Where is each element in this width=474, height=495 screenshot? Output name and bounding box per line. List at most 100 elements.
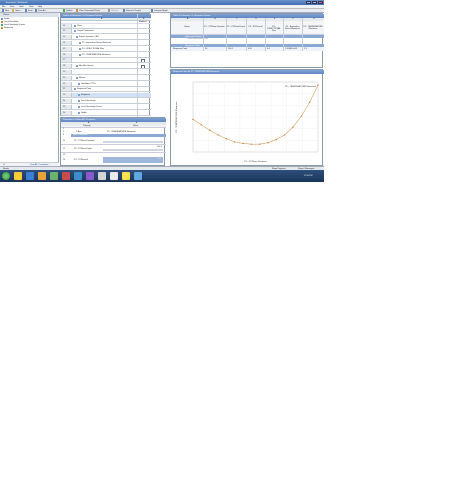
data-point — [275, 138, 278, 140]
outline-item-label: Chart — [77, 24, 82, 27]
outline-row[interactable]: 20 Metrics — [61, 75, 151, 80]
menu-tools[interactable]: Tools — [19, 6, 24, 8]
enabled-checkbox[interactable] — [141, 59, 145, 64]
menu-units[interactable]: Units — [29, 6, 34, 8]
outline-row[interactable]: 24 Local Sensitivity — [61, 98, 151, 104]
response-point-cell[interactable]: 100.1 — [228, 48, 233, 50]
app-icon[interactable] — [98, 172, 106, 180]
outline-row[interactable]: 16 P5 - TEMPERATURE Maximum — [61, 52, 151, 57]
charts-toolbox: Charts Spider Local Sensitivity Local Se… — [0, 13, 59, 166]
table-pane: Table of Schematic C5: Response Surface … — [170, 13, 324, 68]
outline-item-label: P4 - DIRECTIONAL Max — [82, 47, 104, 50]
depth-slider[interactable] — [103, 149, 163, 151]
data-point — [267, 141, 269, 143]
properties-pane: Properties of Outline A23: Response A B … — [60, 117, 166, 166]
app-icon[interactable] — [110, 172, 118, 180]
response-point-cell[interactable]: 0.4 — [267, 48, 270, 50]
app-icon[interactable] — [74, 172, 82, 180]
column-name[interactable]: Name — [172, 26, 202, 28]
outline-item-icon — [76, 36, 78, 39]
outline-row[interactable]: 17 — [61, 58, 151, 64]
outline-item-label: Spider — [81, 111, 87, 114]
depth-value[interactable]: 100.1 — [157, 146, 162, 148]
outline-row[interactable]: 14 P3 - Equivalent Stress Maximum — [61, 40, 151, 46]
column-name[interactable]: P5 - Equivalent Stress Maximum — [284, 26, 301, 30]
data-point — [258, 143, 261, 145]
response-point-cell[interactable]: 1.3 — [304, 48, 307, 50]
data-point — [283, 133, 286, 136]
column-name[interactable]: P1 - XYPlane.Diameter — [204, 26, 225, 28]
row-number-label: 20 — [63, 76, 66, 79]
response-point-cell[interactable]: 30 — [205, 48, 207, 50]
outline-item-icon — [78, 111, 80, 114]
chart-pane: Response Chart for P5 - TEMPERATURE Maxi… — [170, 69, 324, 167]
outline-item-icon — [76, 76, 78, 79]
spider-chart-icon — [1, 17, 3, 20]
data-point — [300, 115, 303, 117]
column-name[interactable]: P3 - XYPlane.H — [247, 26, 264, 28]
h-value[interactable]: 0.4 — [158, 158, 161, 160]
outline-item-icon — [78, 99, 80, 102]
row-number-label: 25 — [63, 105, 66, 108]
outline-row[interactable]: 25 Local Sensitivity Curves — [61, 104, 151, 109]
outline-row[interactable]: 21 Goodness Of Fit — [61, 81, 151, 86]
outline-row[interactable]: 18 Min-Max Search — [61, 64, 151, 70]
column-name[interactable]: P4 - DIRECTIONAL Max — [266, 26, 282, 32]
media-icon[interactable] — [38, 172, 46, 180]
outline-row[interactable]: 22 Response Point — [61, 87, 151, 92]
outline-row[interactable]: 15 P4 - DIRECTIONAL Max — [61, 46, 151, 51]
response-point-cell[interactable]: Response Point — [173, 48, 187, 50]
response-chart[interactable]: P5 - TEMPERATURE Maximum P1 - XYPlane.Dia… — [171, 74, 324, 167]
taskbar: 11:39 PM — [0, 170, 324, 182]
row-number-label: 16 — [63, 53, 66, 56]
properties-row-diameter[interactable]: 11 P1 - XYPlane.Diameter — [61, 137, 166, 145]
response-point-cell[interactable]: 0.05 — [248, 48, 252, 50]
app-icon[interactable] — [134, 172, 142, 180]
column-name[interactable]: P2 - XYPlane.Depth — [227, 26, 245, 28]
outline-row[interactable]: 12 Output Parameters — [61, 29, 151, 34]
outline-row[interactable]: 11 Chart — [61, 23, 151, 28]
menu-file[interactable]: File — [2, 6, 5, 8]
x-axis-label: P1 - XYPlane.Diameter — [244, 160, 267, 163]
response-chart-icon — [1, 26, 3, 29]
row-number-label: 23 — [63, 94, 66, 97]
diameter-slider[interactable] — [103, 141, 163, 143]
data-point — [317, 83, 319, 86]
app-icon[interactable] — [50, 172, 58, 180]
properties-row-h[interactable]: 14 P3 - XYPlane.H 0.4 — [61, 156, 166, 164]
data-point — [233, 140, 236, 143]
outline-item-label: Output Parameters — [77, 30, 94, 33]
browser-icon[interactable] — [26, 172, 34, 180]
outline-item-icon — [74, 30, 76, 33]
menu-view[interactable]: View — [10, 6, 14, 8]
start-button-icon[interactable] — [2, 172, 10, 180]
workbench-icon[interactable] — [122, 172, 130, 180]
minimize-button[interactable] — [306, 1, 311, 4]
row-number-label: 22 — [63, 88, 66, 91]
app-icon[interactable] — [86, 172, 94, 180]
outline-row[interactable]: 26 Spider — [61, 110, 151, 115]
outline-item-icon — [78, 105, 80, 108]
properties-row-depth[interactable]: 12 P2 - XYPlane.Depth 100.1 — [61, 145, 166, 153]
close-button[interactable] — [318, 1, 323, 4]
menu-help[interactable]: Help — [38, 6, 42, 8]
outline-item-icon — [74, 88, 76, 91]
response-point-cell[interactable]: 1.3094E+005 — [285, 48, 297, 50]
y-axis-label: P5 - TEMPERATURE Maximum — [175, 101, 178, 132]
data-point — [200, 123, 203, 125]
row-number-label: 13 — [63, 36, 66, 39]
outline-item-label: Local Sensitivity Curves — [81, 105, 103, 108]
explorer-icon[interactable] — [14, 172, 22, 180]
outline-item-icon — [78, 82, 80, 85]
outline-row[interactable]: 13 Explicit Dynamics (B1) — [61, 35, 151, 40]
app-icon[interactable] — [62, 172, 70, 180]
maximize-button[interactable] — [312, 1, 317, 4]
curve-chart-icon — [1, 23, 3, 26]
outline-row[interactable]: 23 Response — [61, 93, 151, 98]
outline-row[interactable]: 19 — [61, 69, 151, 75]
column-name[interactable]: P6 - TEMPERATURE Maximum — [303, 26, 323, 30]
h-slider[interactable]: 0.4 — [103, 157, 163, 163]
bar-chart-icon — [1, 20, 3, 23]
enabled-checkbox[interactable] — [141, 65, 145, 70]
window-title: Exercise4a - Workbench — [6, 1, 28, 4]
